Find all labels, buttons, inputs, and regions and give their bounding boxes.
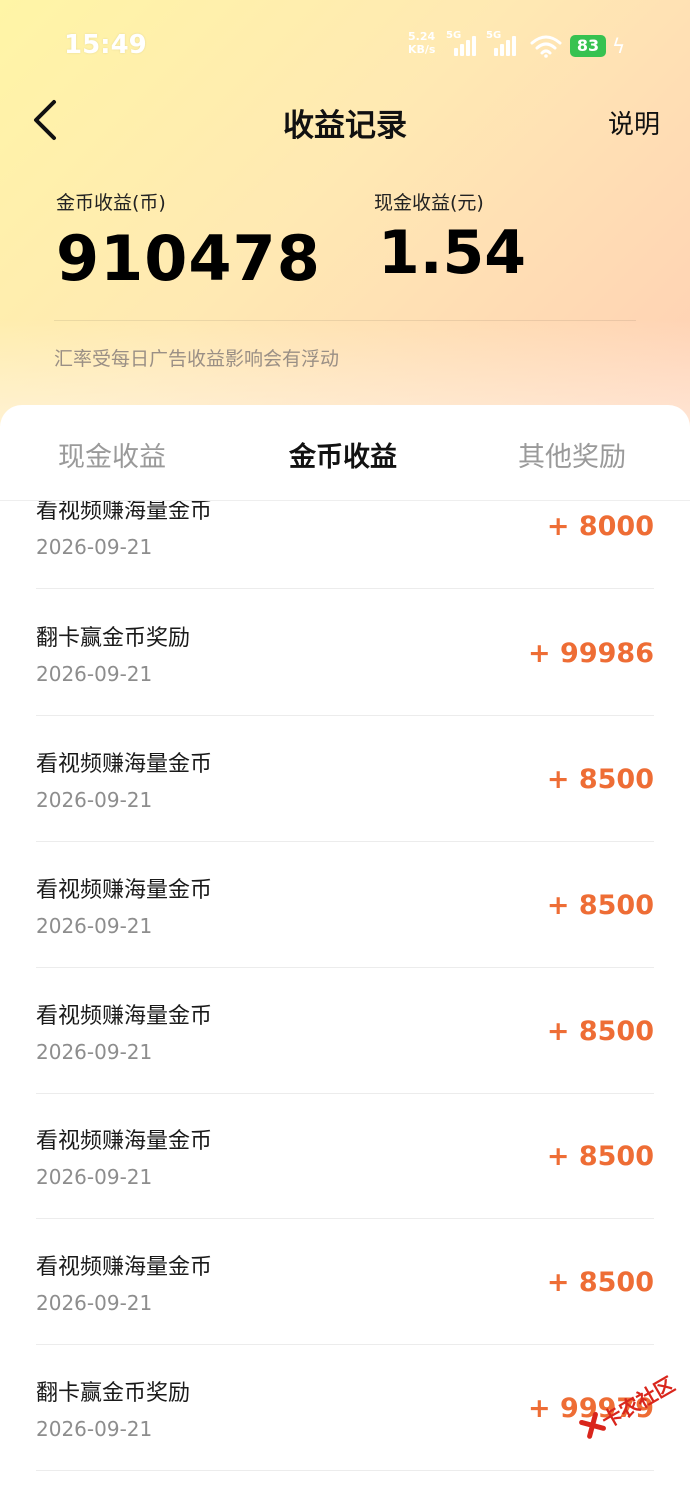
record-amount: + 8500 bbox=[546, 764, 654, 795]
list-item[interactable]: 看视频赚海量金币 2026-09-21 + 8500 bbox=[36, 842, 654, 968]
record-date: 2026-09-21 bbox=[36, 1417, 153, 1441]
list-item[interactable]: 看视频赚海量金币 2026-09-21 + 8500 bbox=[36, 968, 654, 1094]
record-date: 2026-09-21 bbox=[36, 1291, 153, 1315]
battery-icon: 83 bbox=[570, 35, 606, 57]
list-item[interactable]: 翻卡赢金币奖励 2026-09-21 + 99979 bbox=[36, 1345, 654, 1471]
summary-divider bbox=[54, 320, 636, 321]
record-amount: + 99986 bbox=[528, 638, 654, 669]
row-divider bbox=[36, 1470, 654, 1471]
network-speed: 5.24 KB/s bbox=[408, 30, 435, 56]
record-date: 2026-09-21 bbox=[36, 535, 153, 559]
tab-other-rewards[interactable]: 其他奖励 bbox=[518, 435, 626, 474]
record-date: 2026-09-21 bbox=[36, 662, 153, 686]
list-item[interactable]: 翻卡赢金币奖励 2026-09-21 + 99986 bbox=[36, 590, 654, 716]
record-name: 看视频赚海量金币 bbox=[36, 1255, 213, 1280]
gold-earnings-label: 金币收益(币) bbox=[56, 192, 166, 214]
record-amount: + 8500 bbox=[546, 1016, 654, 1047]
status-bar: 15:49 5.24 KB/s 5G 5G 83 ϟ bbox=[0, 0, 690, 90]
list-item[interactable]: 看视频赚海量金币 2026-09-21 + 8500 bbox=[36, 716, 654, 842]
wifi-icon bbox=[530, 35, 562, 58]
list-item[interactable]: 看视频赚海量金币 2026-09-21 + 8500 bbox=[36, 1219, 654, 1345]
record-amount: + 8500 bbox=[546, 1267, 654, 1298]
page-title: 收益记录 bbox=[283, 108, 407, 144]
charging-icon: ϟ bbox=[612, 34, 626, 58]
record-name: 看视频赚海量金币 bbox=[36, 752, 213, 777]
signal-icon: 5G bbox=[446, 30, 476, 56]
record-name: 看视频赚海量金币 bbox=[36, 1129, 213, 1154]
record-name: 翻卡赢金币奖励 bbox=[36, 1381, 191, 1406]
explain-button[interactable]: 说明 bbox=[608, 104, 660, 141]
record-name: 看视频赚海量金币 bbox=[36, 1004, 213, 1029]
cash-earnings-value: 1.54 bbox=[378, 218, 527, 288]
cash-earnings-label: 现金收益(元) bbox=[374, 192, 484, 214]
record-name: 翻卡赢金币奖励 bbox=[36, 626, 191, 651]
tab-cash-earnings[interactable]: 现金收益 bbox=[58, 435, 166, 474]
signal-icon: 5G bbox=[486, 30, 516, 56]
tab-gold-earnings[interactable]: 金币收益 bbox=[289, 435, 397, 474]
tab-bar: 现金收益 金币收益 其他奖励 bbox=[0, 405, 690, 501]
exchange-rate-note: 汇率受每日广告收益影响会有浮动 bbox=[54, 348, 340, 370]
record-date: 2026-09-21 bbox=[36, 1165, 153, 1189]
network-speed-unit: KB/s bbox=[408, 43, 436, 56]
record-date: 2026-09-21 bbox=[36, 914, 153, 938]
records-list[interactable]: 看视频赚海量金币 2026-09-21 + 8000 翻卡赢金币奖励 2026-… bbox=[0, 501, 690, 1500]
list-item[interactable]: 看视频赚海量金币 2026-09-21 + 8000 bbox=[36, 501, 654, 589]
list-item[interactable]: 看视频赚海量金币 2026-09-21 + 8500 bbox=[36, 1093, 654, 1219]
gold-earnings-value: 910478 bbox=[56, 222, 321, 295]
record-date: 2026-09-21 bbox=[36, 1040, 153, 1064]
record-amount: + 8500 bbox=[546, 890, 654, 921]
record-name: 看视频赚海量金币 bbox=[36, 501, 213, 524]
status-time: 15:49 bbox=[64, 30, 147, 60]
record-name: 看视频赚海量金币 bbox=[36, 878, 213, 903]
row-divider bbox=[36, 588, 654, 589]
record-date: 2026-09-21 bbox=[36, 788, 153, 812]
record-amount: + 8000 bbox=[546, 511, 654, 542]
network-speed-value: 5.24 bbox=[408, 30, 436, 43]
record-amount: + 8500 bbox=[546, 1141, 654, 1172]
